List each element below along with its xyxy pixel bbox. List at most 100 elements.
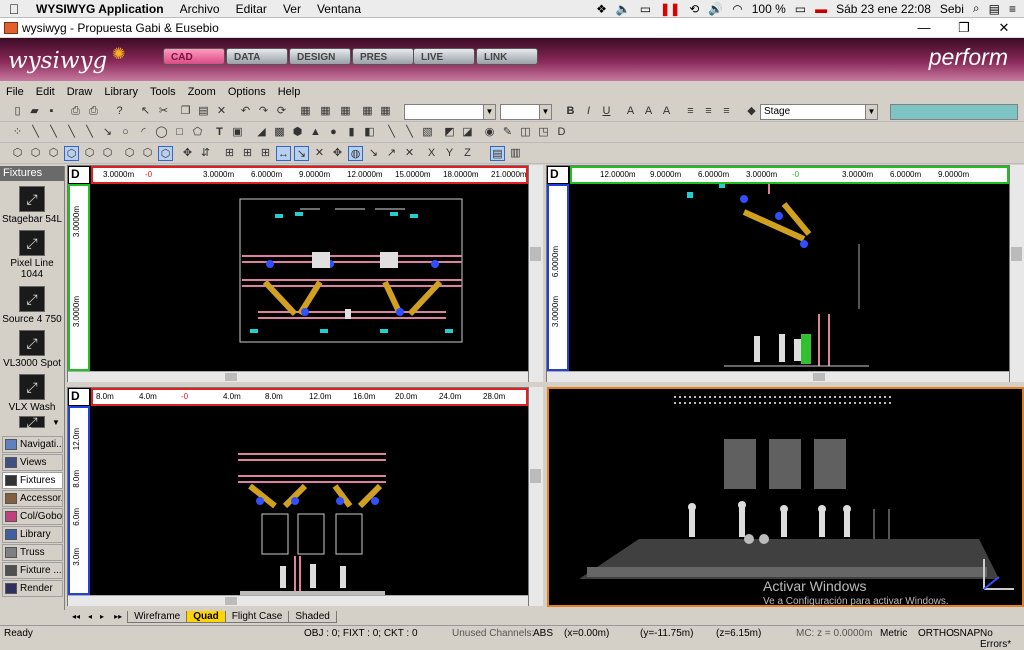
select-lo-icon[interactable]: ▦: [378, 104, 393, 119]
pause-icon[interactable]: ❚❚: [660, 2, 680, 16]
view-front-icon[interactable]: ⬡: [140, 146, 155, 161]
nav-truss[interactable]: Truss: [2, 544, 63, 561]
status-abs[interactable]: ABS: [533, 628, 553, 639]
ortho-toggle-icon[interactable]: ↔: [276, 146, 291, 161]
menu-archivo[interactable]: Archivo: [172, 2, 228, 16]
menu-library[interactable]: Library: [98, 86, 144, 98]
box-icon[interactable]: ▩: [272, 125, 287, 140]
select-chain-icon[interactable]: ▦: [318, 104, 333, 119]
rotate-icon[interactable]: ✥: [180, 146, 195, 161]
double-line-icon[interactable]: ╲: [64, 125, 79, 140]
help-icon[interactable]: ?: [112, 104, 127, 119]
truss-icon[interactable]: ▧: [420, 125, 435, 140]
time-machine-icon[interactable]: ⟲: [689, 2, 699, 16]
sphere-icon[interactable]: ●: [326, 125, 341, 140]
save-icon[interactable]: ▪: [44, 104, 59, 119]
status-ortho[interactable]: ORTHO: [918, 628, 954, 639]
nav-navigation[interactable]: Navigati...: [2, 436, 63, 453]
close-button[interactable]: ✕: [984, 20, 1024, 36]
layout-icon[interactable]: ▤: [490, 146, 505, 161]
align-right-icon[interactable]: ≡: [719, 104, 734, 119]
menu-file[interactable]: File: [0, 86, 30, 98]
nav-fixture-tools[interactable]: Fixture ...: [2, 562, 63, 579]
axis-x-icon[interactable]: ✕: [402, 146, 417, 161]
bold-icon[interactable]: B: [563, 104, 578, 119]
scroll-thumb[interactable]: [813, 373, 825, 381]
wifi-icon[interactable]: ◠: [732, 2, 742, 16]
text-a1-icon[interactable]: A: [623, 104, 638, 119]
menu-ver[interactable]: Ver: [275, 2, 309, 16]
focus-icon[interactable]: ◉: [482, 125, 497, 140]
fixture-source4[interactable]: ⤢ Source 4 750: [0, 286, 64, 325]
menu-ventana[interactable]: Ventana: [309, 2, 369, 16]
next-tab-icon[interactable]: ▸: [96, 612, 108, 621]
class-color-field[interactable]: [890, 104, 1018, 120]
horizontal-scrollbar[interactable]: [547, 371, 1009, 382]
tab-pres[interactable]: PRES: [352, 48, 414, 65]
nav-accessories[interactable]: Accessor...: [2, 490, 63, 507]
image-icon[interactable]: ▣: [230, 125, 245, 140]
text-tool-icon[interactable]: T: [212, 125, 227, 140]
apple-icon[interactable]: : [0, 1, 28, 17]
user-name[interactable]: Sebi: [940, 2, 964, 16]
focus-tool-icon[interactable]: ◍: [348, 146, 363, 161]
text-a3-icon[interactable]: A: [659, 104, 674, 119]
prev-tab-icon[interactable]: ◂: [84, 612, 96, 621]
print-icon[interactable]: ⎙: [86, 104, 101, 119]
cone-icon[interactable]: ▲: [308, 125, 323, 140]
polyline-icon[interactable]: ╲: [46, 125, 61, 140]
tab-live[interactable]: LIVE: [413, 48, 475, 65]
select-fixture-icon[interactable]: ▦: [360, 104, 375, 119]
viewport-plan[interactable]: 3.0000m -0 3.0000m 6.0000m 9.0000m 12.00…: [67, 165, 529, 382]
list-icon[interactable]: ≡: [1009, 2, 1016, 16]
dimension-d-icon[interactable]: D: [554, 125, 569, 140]
volume-icon[interactable]: 🔈: [616, 2, 631, 16]
restore-button[interactable]: ❐: [944, 20, 984, 36]
viewport-side[interactable]: 12.0000m 9.0000m 6.0000m 3.0000m -0 3.00…: [546, 165, 1010, 382]
search-icon[interactable]: ⌕: [973, 1, 980, 16]
group-icon[interactable]: ◩: [442, 125, 457, 140]
axis-z-lock-icon[interactable]: Z: [460, 146, 475, 161]
refresh-icon[interactable]: ⟳: [274, 104, 289, 119]
ellipse-icon[interactable]: ◯: [154, 125, 169, 140]
tab-design[interactable]: DESIGN: [289, 48, 351, 65]
nav-render[interactable]: Render: [2, 580, 63, 597]
side-vertical-scrollbar[interactable]: [1010, 165, 1024, 382]
tab-link[interactable]: LINK: [476, 48, 538, 65]
flag-icon[interactable]: ▬: [815, 2, 827, 16]
dropbox-icon[interactable]: ❖: [596, 2, 607, 16]
tab-flight-case[interactable]: Flight Case: [224, 610, 290, 623]
fixture-vlx-wash[interactable]: ⤢ VLX Wash: [0, 374, 64, 413]
text-a2-icon[interactable]: A: [641, 104, 656, 119]
move-icon[interactable]: ✥: [330, 146, 345, 161]
layer-select[interactable]: Stage ▼: [760, 104, 878, 120]
view-corner-button[interactable]: D: [68, 388, 90, 406]
delete-icon[interactable]: ✕: [214, 104, 229, 119]
menu-options[interactable]: Options: [222, 86, 272, 98]
view-iso6-icon[interactable]: ⬡: [100, 146, 115, 161]
symbol-icon[interactable]: ◫: [518, 125, 533, 140]
extrude-icon[interactable]: ◧: [362, 125, 377, 140]
line-icon[interactable]: ╲: [28, 125, 43, 140]
underline-icon[interactable]: U: [599, 104, 614, 119]
scroll-down-icon[interactable]: ▼: [52, 418, 60, 427]
paste-icon[interactable]: ▤: [196, 104, 211, 119]
label-icon[interactable]: ◳: [536, 125, 551, 140]
tab-shaded[interactable]: Shaded: [288, 610, 337, 623]
select-layer-icon[interactable]: ▦: [338, 104, 353, 119]
grid-snap-icon[interactable]: ⊞: [222, 146, 237, 161]
speaker-icon[interactable]: 🔊: [708, 2, 723, 16]
rectangle-icon[interactable]: □: [172, 125, 187, 140]
view-corner-button[interactable]: D: [547, 166, 569, 184]
notification-icon[interactable]: ▤: [989, 2, 1000, 16]
fixture-pixel-line[interactable]: ⤢ Pixel Line 1044: [0, 230, 64, 280]
scroll-thumb[interactable]: [225, 597, 237, 605]
ungroup-icon[interactable]: ◪: [460, 125, 475, 140]
grid-snap2-icon[interactable]: ⊞: [240, 146, 255, 161]
snap-point-icon[interactable]: ⁘: [10, 125, 25, 140]
nav-library[interactable]: Library: [2, 526, 63, 543]
align-center-icon[interactable]: ≡: [701, 104, 716, 119]
horizontal-scrollbar[interactable]: [68, 595, 528, 606]
pipe-curve-icon[interactable]: ╲: [402, 125, 417, 140]
menu-tools[interactable]: Tools: [144, 86, 182, 98]
